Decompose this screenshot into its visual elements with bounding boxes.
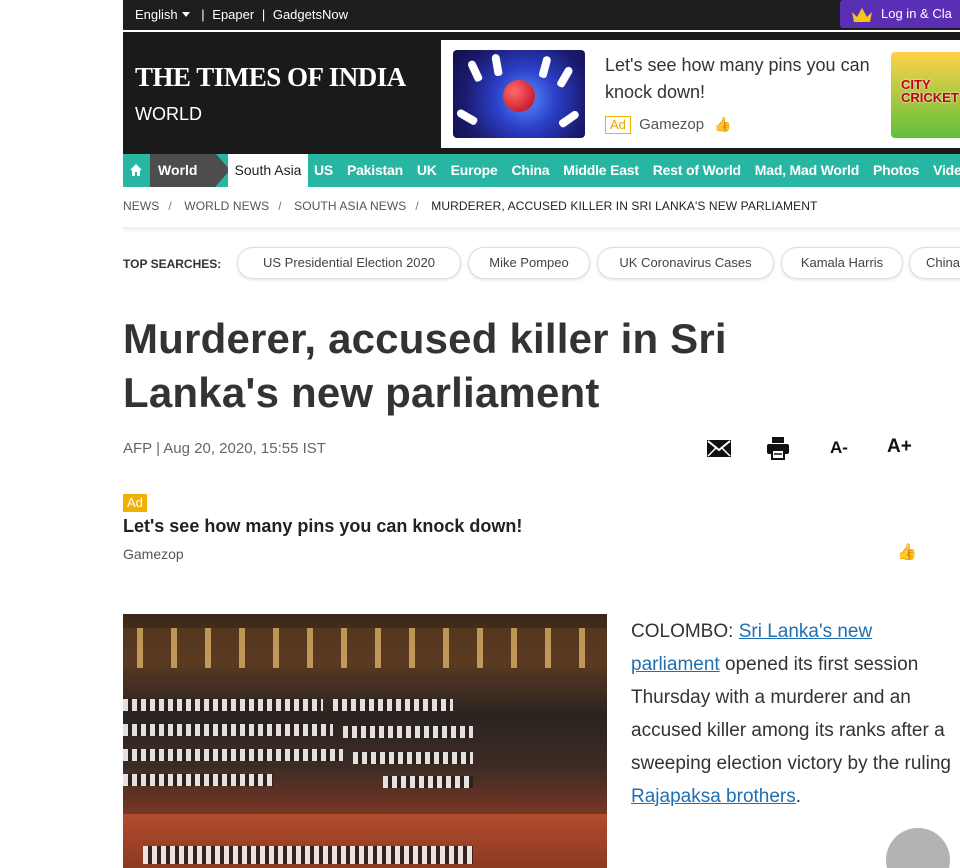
search-pill-uk-coronavirus[interactable]: UK Coronavirus Cases [597,247,774,279]
breadcrumb-current: MURDERER, ACCUSED KILLER IN SRI LANKA'S … [431,199,818,213]
print-icon[interactable] [766,436,790,460]
chevron-down-icon [181,12,190,18]
nav-mad-mad-world[interactable]: Mad, Mad World [755,162,859,178]
body-end: . [795,786,802,807]
bowling-ad-image [453,50,585,138]
nav-uk[interactable]: UK [417,162,437,178]
divider [123,227,960,233]
ad-source: Ad Gamezop 👍 [605,116,732,134]
cricket-game-text: CITY CRICKET [901,77,959,105]
thumbs-up-icon[interactable]: 👍 [897,542,917,562]
font-increase-button[interactable]: A+ [887,436,912,458]
link-rajapaksa-brothers[interactable]: Rajapaksa brothers [631,786,796,807]
login-button[interactable]: Log in & Cla [840,0,960,28]
utility-links: English | Epaper | GadgetsNow [135,7,348,22]
nav-world[interactable]: World [150,154,230,187]
home-icon[interactable] [129,163,143,177]
scroll-to-top-button[interactable] [886,828,950,868]
nav-items: US Pakistan UK Europe China Middle East … [314,154,960,187]
login-label: Log in & Cla [881,6,952,21]
search-pill-china[interactable]: China [909,247,960,279]
epaper-link[interactable]: Epaper [212,7,254,22]
search-pill-election[interactable]: US Presidential Election 2020 [237,247,461,279]
font-decrease-button[interactable]: A- [830,438,848,458]
section-title: WORLD [135,104,202,124]
language-selector[interactable]: English [135,7,194,22]
nav-middle-east[interactable]: Middle East [563,162,639,178]
article-byline: AFP | Aug 20, 2020, 15:55 IST [123,440,326,457]
gadgetsnow-link[interactable]: GadgetsNow [273,7,348,22]
breadcrumb-south-asia-news[interactable]: SOUTH ASIA NEWS [294,199,406,213]
section-nav: World South Asia US Pakistan UK Europe C… [123,154,960,187]
breadcrumb-news[interactable]: NEWS [123,199,159,213]
nav-south-asia[interactable]: South Asia [228,154,308,187]
breadcrumb: NEWS / WORLD NEWS / SOUTH ASIA NEWS / MURDE… [123,199,818,213]
nav-videos[interactable]: Videos [933,162,960,178]
search-pill-kamala-harris[interactable]: Kamala Harris [781,247,903,279]
city-cricket-ad-image: CITY CRICKET [891,52,960,138]
page: English | Epaper | GadgetsNow Log in & C… [123,0,960,868]
thumbs-up-icon[interactable]: 👍 [714,116,731,133]
inline-ad-source: Gamezop [123,546,184,562]
nav-china[interactable]: China [511,162,549,178]
nav-photos[interactable]: Photos [873,162,919,178]
masthead: THE TIMES OF INDIA WORLD Let's see how m… [123,32,960,154]
ad-badge: Ad [605,116,631,134]
nav-us[interactable]: US [314,162,333,178]
article-headline: Murderer, accused killer in Sri Lanka's … [123,315,727,416]
email-icon[interactable] [707,440,731,457]
article-body: COLOMBO: Sri Lanka's new parliament open… [631,615,951,813]
top-ad-banner[interactable]: Let's see how many pins you can knock do… [441,40,960,148]
inline-ad[interactable]: Ad Let's see how many pins you can knock… [123,494,923,604]
nav-rest-of-world[interactable]: Rest of World [653,162,741,178]
site-logo[interactable]: THE TIMES OF INDIA [135,62,406,93]
parliament-photo [123,614,607,868]
search-pill-pompeo[interactable]: Mike Pompeo [468,247,590,279]
nav-pakistan[interactable]: Pakistan [347,162,403,178]
crown-icon [852,8,872,22]
breadcrumb-world-news[interactable]: WORLD NEWS [184,199,269,213]
dateline: COLOMBO: [631,621,739,642]
ad-badge: Ad [123,494,147,512]
top-utility-bar: English | Epaper | GadgetsNow Log in & C… [123,0,960,30]
inline-ad-title: Let's see how many pins you can knock do… [123,516,523,536]
top-searches-label: TOP SEARCHES: [123,257,222,271]
nav-europe[interactable]: Europe [451,162,498,178]
ad-headline: Let's see how many pins you can knock do… [605,55,870,102]
ad-source-name: Gamezop [639,116,705,133]
